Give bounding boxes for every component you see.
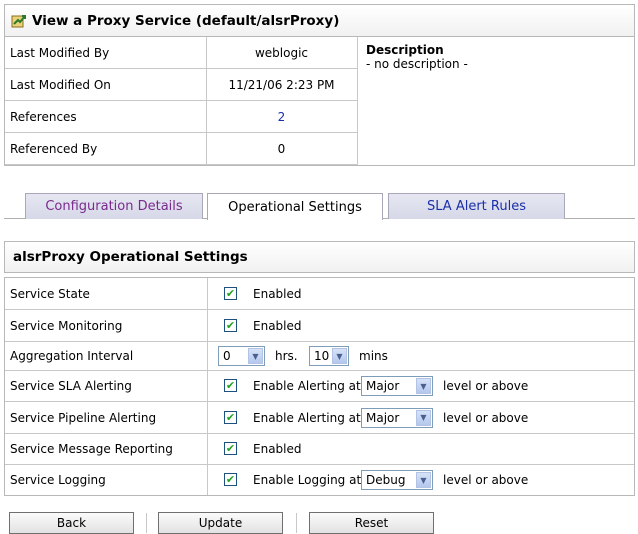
setting-label: Service Logging (10, 473, 106, 487)
minutes-select[interactable]: 10 ▼ (309, 346, 349, 366)
reset-button[interactable]: Reset (309, 512, 434, 534)
page-title: View a Proxy Service (default/alsrProxy) (32, 12, 340, 29)
tab-label: Operational Settings (228, 199, 362, 215)
check-icon: ✔ (225, 286, 236, 300)
logging-checkbox[interactable]: ✔ (224, 473, 237, 486)
page-header: View a Proxy Service (default/alsrProxy) (4, 4, 635, 36)
summary-label: Last Modified On (10, 77, 111, 92)
chevron-down-icon: ▼ (248, 348, 263, 364)
hours-value: 0 (223, 349, 231, 363)
setting-control: ✔ Enabled (207, 310, 634, 341)
references-link[interactable]: 2 (206, 101, 356, 132)
service-state-checkbox[interactable]: ✔ (224, 286, 237, 300)
row-service-monitoring: Service Monitoring ✔ Enabled (5, 310, 634, 342)
check-icon: ✔ (225, 318, 236, 332)
chevron-down-icon: ▼ (416, 472, 431, 488)
check-icon: ✔ (225, 442, 236, 455)
summary-value: weblogic (206, 37, 356, 68)
summary-row-references: References 2 (5, 101, 357, 133)
back-button[interactable]: Back (9, 512, 134, 534)
check-icon: ✔ (225, 379, 236, 392)
tab-configuration-details[interactable]: Configuration Details (25, 193, 203, 219)
section-title: alsrProxy Operational Settings (4, 241, 635, 273)
service-monitoring-checkbox[interactable]: ✔ (224, 318, 237, 332)
setting-control: 0 ▼ hrs. 10 ▼ mins (207, 342, 634, 370)
setting-control: ✔ Enabled (207, 278, 634, 309)
setting-control: ✔ Enable Alerting at Major ▼ level or ab… (207, 371, 634, 401)
setting-text: Enable Alerting at (253, 379, 361, 393)
summary-table: Last Modified By weblogic Last Modified … (4, 36, 635, 166)
summary-label: Referenced By (10, 141, 98, 156)
level-value: Major (366, 410, 400, 425)
setting-label: Service Monitoring (10, 318, 123, 333)
minutes-unit: mins (359, 349, 388, 363)
tab-operational-settings[interactable]: Operational Settings (207, 193, 383, 220)
row-service-pipeline-alerting: Service Pipeline Alerting ✔ Enable Alert… (5, 402, 634, 434)
setting-suffix: level or above (443, 410, 529, 425)
proxy-service-icon (11, 13, 27, 29)
sla-alert-level-select[interactable]: Major ▼ (361, 376, 433, 396)
check-icon: ✔ (225, 473, 236, 486)
setting-suffix: level or above (443, 379, 529, 393)
setting-text: Enable Alerting at (253, 410, 361, 425)
description-text: - no description - (366, 57, 468, 71)
logging-level-select[interactable]: Debug ▼ (361, 470, 433, 490)
row-service-state: Service State ✔ Enabled (5, 278, 634, 310)
row-service-message-reporting: Service Message Reporting ✔ Enabled (5, 434, 634, 465)
summary-value: 0 (206, 133, 356, 164)
setting-label: Service State (10, 286, 90, 301)
tab-sla-alert-rules[interactable]: SLA Alert Rules (388, 193, 565, 219)
setting-text: Enabled (253, 442, 302, 456)
setting-control: ✔ Enable Alerting at Major ▼ level or ab… (207, 402, 634, 433)
row-aggregation-interval: Aggregation Interval 0 ▼ hrs. 10 ▼ mins (5, 342, 634, 371)
row-service-sla-alerting: Service SLA Alerting ✔ Enable Alerting a… (5, 371, 634, 402)
chevron-down-icon: ▼ (416, 378, 431, 394)
tab-label: Configuration Details (45, 199, 183, 214)
level-value: Major (366, 379, 400, 393)
setting-text: Enable Logging at (253, 473, 362, 487)
description-heading: Description (366, 43, 444, 57)
setting-control: ✔ Enabled (207, 434, 634, 464)
sla-alerting-checkbox[interactable]: ✔ (224, 379, 237, 392)
message-reporting-checkbox[interactable]: ✔ (224, 442, 237, 455)
button-separator (296, 513, 297, 533)
update-button[interactable]: Update (158, 512, 283, 534)
summary-row-last-modified-on: Last Modified On 11/21/06 2:23 PM (5, 69, 357, 101)
row-service-logging: Service Logging ✔ Enable Logging at Debu… (5, 465, 634, 495)
tab-label: SLA Alert Rules (427, 199, 526, 214)
summary-row-last-modified-by: Last Modified By weblogic (5, 37, 357, 69)
pipeline-alert-level-select[interactable]: Major ▼ (361, 407, 433, 428)
description-panel: Description - no description - (357, 37, 635, 165)
setting-label: Service SLA Alerting (10, 379, 132, 393)
setting-label: Service Message Reporting (10, 442, 173, 456)
operational-settings-table: Service State ✔ Enabled Service Monitori… (4, 277, 635, 496)
setting-suffix: level or above (443, 473, 529, 487)
setting-label: Service Pipeline Alerting (10, 410, 157, 425)
hours-select[interactable]: 0 ▼ (218, 346, 265, 366)
summary-value: 11/21/06 2:23 PM (206, 69, 356, 100)
summary-label: Last Modified By (10, 45, 110, 60)
setting-label: Aggregation Interval (10, 349, 134, 363)
summary-row-referenced-by: Referenced By 0 (5, 133, 357, 165)
setting-text: Enabled (253, 286, 302, 301)
minutes-value: 10 (314, 349, 330, 363)
setting-text: Enabled (253, 318, 302, 333)
chevron-down-icon: ▼ (416, 409, 431, 426)
check-icon: ✔ (225, 410, 236, 424)
level-value: Debug (366, 473, 406, 487)
chevron-down-icon: ▼ (332, 348, 347, 364)
hours-unit: hrs. (275, 349, 298, 363)
pipeline-alerting-checkbox[interactable]: ✔ (224, 410, 237, 424)
button-separator (146, 513, 147, 533)
summary-label: References (10, 109, 77, 124)
setting-control: ✔ Enable Logging at Debug ▼ level or abo… (207, 465, 634, 495)
